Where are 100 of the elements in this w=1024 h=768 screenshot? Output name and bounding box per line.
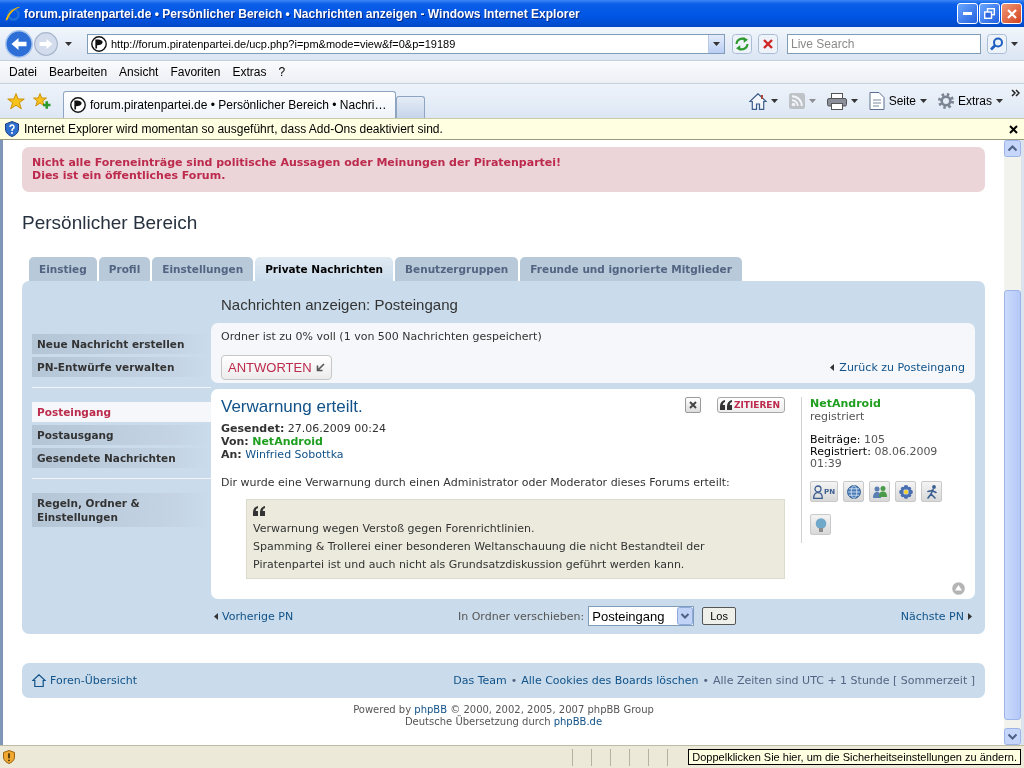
menu-item[interactable]: Favoriten: [164, 65, 227, 79]
left-chevron-icon: [214, 612, 218, 620]
star-plus-icon[interactable]: [33, 93, 51, 109]
author-rank: registriert: [810, 410, 866, 423]
caret-icon: [850, 99, 858, 103]
quote-mark-icon: [719, 400, 732, 410]
author-stat: Registriert: 08.06.2009 01:39: [810, 446, 939, 470]
tab[interactable]: Benutzergruppen: [395, 257, 519, 281]
scroll-down-icon[interactable]: [1004, 728, 1021, 745]
message-subject: Verwarnung erteilt.: [221, 397, 363, 417]
flower-icon: [898, 484, 913, 499]
light-bulb-icon: [814, 517, 827, 532]
tab[interactable]: Einstieg: [29, 257, 97, 281]
footer-link[interactable]: Das Team: [453, 674, 507, 687]
panel-heading: Nachrichten anzeigen: Posteingang: [220, 295, 459, 315]
back-link[interactable]: Zurück zu Posteingang: [830, 361, 965, 374]
go-button[interactable]: Los: [702, 607, 736, 625]
menu-item[interactable]: Ansicht: [113, 65, 165, 79]
house-icon: [748, 92, 767, 110]
folder-select[interactable]: Posteingang: [588, 606, 695, 626]
menu-item[interactable]: ?: [272, 65, 292, 79]
printer-icon: [826, 92, 847, 110]
contact-button[interactable]: [869, 481, 890, 502]
right-chevron-icon: [968, 612, 972, 620]
contact-button[interactable]: [921, 481, 942, 502]
running-figure-icon: [926, 484, 937, 499]
caret-icon: [713, 41, 720, 46]
next-link[interactable]: Nächste PN: [900, 609, 972, 623]
caret-icon: [920, 99, 927, 103]
page-menu-button[interactable]: Seite: [866, 92, 929, 110]
previous-link[interactable]: Vorherige PN: [214, 609, 294, 623]
home-button[interactable]: [746, 92, 780, 110]
meta-label: An:: [221, 448, 242, 461]
quote-text: Spamming & Trollerei einer besonderen Weltanschauung die nicht Bestandteil der Piratenpartei ist und auch nicht als Grundsatzdiskussion geführt werden kann.: [253, 539, 706, 573]
menu-item[interactable]: Bearbeiten: [43, 65, 114, 79]
sent-date: 27.06.2009 00:24: [287, 422, 386, 435]
tools-menu-button[interactable]: Extras: [936, 93, 1005, 109]
quote-button[interactable]: ZITIEREN: [716, 397, 785, 413]
close-button[interactable]: [1001, 3, 1022, 24]
star-icon[interactable]: [7, 92, 25, 110]
house-outline-icon: [32, 674, 46, 687]
delete-button[interactable]: [684, 397, 701, 413]
caret-icon: [996, 99, 1003, 103]
tab[interactable]: Einstellungen: [152, 257, 254, 281]
down-left-arrow-icon: [315, 363, 325, 372]
globe-icon: [846, 484, 861, 499]
notice-text: Nicht alle Foreneinträge sind politische Aussagen oder Meinungen der Piratenpartei!: [32, 156, 563, 169]
person-icon: [813, 484, 823, 499]
credits-link[interactable]: phpBB.de: [553, 716, 603, 727]
bullet-separator: •: [702, 674, 710, 687]
home-link[interactable]: Foren-Übersicht: [32, 674, 138, 687]
notice-text: Dies ist ein öffentliches Forum.: [32, 169, 227, 182]
round-logo-icon: [70, 97, 86, 113]
footer-link[interactable]: Alle Cookies des Boards löschen: [521, 674, 699, 687]
recipient-link[interactable]: Winfried Sobottka: [245, 448, 344, 461]
contact-button[interactable]: [810, 514, 831, 535]
search-field[interactable]: Live Search: [787, 33, 981, 54]
warning-shield-icon[interactable]: [3, 750, 15, 764]
minimize-button[interactable]: [957, 3, 978, 24]
quote-mark-icon: [253, 506, 265, 516]
scroll-thumb[interactable]: [1004, 290, 1021, 720]
gear-icon: [938, 93, 954, 109]
contact-button[interactable]: [843, 481, 864, 502]
menu-item[interactable]: Datei: [3, 65, 43, 79]
credits-link[interactable]: phpBB: [414, 704, 448, 715]
browser-tab[interactable]: forum.piratenpartei.de • Persönlicher Bereich • Nachri…: [63, 91, 396, 118]
move-label: In Ordner verschieben:: [458, 609, 585, 623]
ring-logo-icon: [5, 5, 21, 22]
print-button[interactable]: [824, 92, 860, 110]
restore-button[interactable]: [979, 3, 1000, 24]
double-chevron-icon[interactable]: [1011, 89, 1020, 97]
folder-status-text: Ordner ist zu 0% voll (1 von 500 Nachrichten gespeichert): [221, 329, 543, 344]
reply-button[interactable]: ANTWORTEN: [221, 355, 332, 380]
quote-text: Verwarnung wegen Verstoß gegen Forenrichtlinien.: [253, 521, 536, 537]
refresh-icon[interactable]: [732, 33, 752, 54]
dropdown-button[interactable]: [708, 34, 724, 53]
shield-question-icon: [5, 121, 19, 137]
author-stat: Beiträge: 105: [810, 434, 886, 446]
caret-icon[interactable]: [65, 41, 72, 46]
tab[interactable]: Freunde und ignorierte Mitglieder: [520, 257, 742, 281]
caret-icon: [808, 99, 816, 103]
meta-label: Gesendet:: [221, 422, 285, 435]
sidebar-item[interactable]: Posteingang: [32, 402, 211, 422]
caret-icon[interactable]: [1011, 41, 1018, 46]
bullet-separator: •: [510, 674, 518, 687]
round-logo-icon: [91, 35, 107, 52]
close-icon[interactable]: [1009, 124, 1018, 134]
close-icon: [1006, 8, 1017, 19]
address-field[interactable]: http://forum.piratenpartei.de/ucp.php?i=pm&mode=view&f=0&p=19189: [87, 33, 725, 54]
menu-item[interactable]: Extras: [226, 65, 273, 79]
contact-button[interactable]: [895, 481, 916, 502]
meta-label: Von:: [221, 435, 249, 448]
tab[interactable]: Private Nachrichten: [255, 257, 394, 281]
stop-icon[interactable]: [758, 33, 778, 54]
info-bar-text: Internet Explorer wird momentan so ausgeführt, dass Add-Ons deaktiviert sind.: [24, 122, 444, 136]
scroll-up-icon[interactable]: [1004, 140, 1021, 157]
tab[interactable]: Profil: [98, 257, 151, 281]
tooltip: Doppelklicken Sie hier, um die Sicherheitseinstellungen zu ändern.: [688, 749, 1021, 765]
caret-icon: [770, 99, 778, 103]
search-icon[interactable]: [987, 33, 1007, 54]
